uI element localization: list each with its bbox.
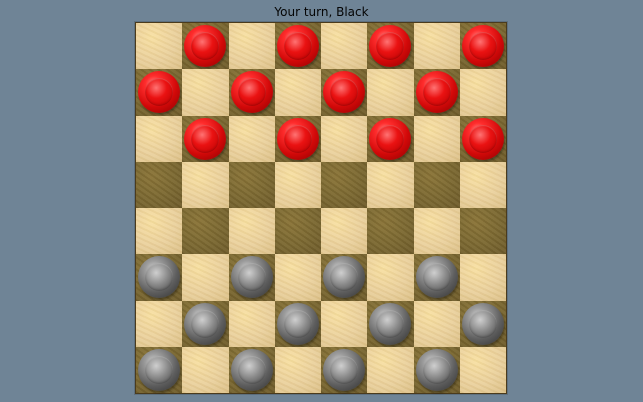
black-piece[interactable]: [138, 348, 181, 391]
board-square[interactable]: [228, 69, 275, 116]
board-square[interactable]: [274, 208, 321, 255]
black-piece[interactable]: [230, 348, 273, 391]
board-square[interactable]: [413, 115, 460, 162]
board-square[interactable]: [228, 115, 275, 162]
board-square[interactable]: [367, 161, 414, 208]
board-square[interactable]: [274, 254, 321, 301]
board-square[interactable]: [367, 115, 414, 162]
red-piece[interactable]: [369, 25, 412, 68]
board-square[interactable]: [459, 161, 506, 208]
board-square[interactable]: [274, 161, 321, 208]
board-square[interactable]: [367, 208, 414, 255]
board-square[interactable]: [413, 346, 460, 393]
red-piece[interactable]: [415, 71, 458, 114]
board-square[interactable]: [136, 115, 183, 162]
black-piece[interactable]: [184, 302, 227, 345]
black-piece[interactable]: [323, 348, 366, 391]
turn-status: Your turn, Black: [274, 5, 369, 19]
board-square[interactable]: [321, 300, 368, 347]
red-piece[interactable]: [461, 117, 504, 160]
board-square[interactable]: [136, 300, 183, 347]
board-square[interactable]: [413, 23, 460, 70]
board-square[interactable]: [367, 69, 414, 116]
red-piece[interactable]: [369, 117, 412, 160]
board-square[interactable]: [321, 208, 368, 255]
board-square[interactable]: [136, 161, 183, 208]
board-square[interactable]: [182, 300, 229, 347]
board-square[interactable]: [182, 208, 229, 255]
board-square[interactable]: [182, 346, 229, 393]
black-piece[interactable]: [323, 256, 366, 299]
board-square[interactable]: [228, 161, 275, 208]
board-square[interactable]: [367, 346, 414, 393]
board-square[interactable]: [274, 69, 321, 116]
board-square[interactable]: [413, 161, 460, 208]
red-piece[interactable]: [276, 25, 319, 68]
board-square[interactable]: [459, 115, 506, 162]
board-square[interactable]: [321, 23, 368, 70]
red-piece[interactable]: [461, 25, 504, 68]
board-square[interactable]: [459, 23, 506, 70]
board-square[interactable]: [274, 300, 321, 347]
board-square[interactable]: [136, 23, 183, 70]
board-square[interactable]: [367, 254, 414, 301]
board-square[interactable]: [367, 300, 414, 347]
board-square[interactable]: [413, 254, 460, 301]
red-piece[interactable]: [230, 71, 273, 114]
board-square[interactable]: [182, 23, 229, 70]
red-piece[interactable]: [276, 117, 319, 160]
board-square[interactable]: [413, 208, 460, 255]
black-piece[interactable]: [138, 256, 181, 299]
red-piece[interactable]: [138, 71, 181, 114]
board-square[interactable]: [459, 346, 506, 393]
red-piece[interactable]: [184, 117, 227, 160]
board-square[interactable]: [459, 300, 506, 347]
board-square[interactable]: [321, 115, 368, 162]
board-square[interactable]: [459, 254, 506, 301]
board-square[interactable]: [274, 23, 321, 70]
board-square[interactable]: [182, 69, 229, 116]
red-piece[interactable]: [323, 71, 366, 114]
black-piece[interactable]: [230, 256, 273, 299]
red-piece[interactable]: [184, 25, 227, 68]
board-square[interactable]: [459, 208, 506, 255]
board-square[interactable]: [413, 69, 460, 116]
board-square[interactable]: [274, 115, 321, 162]
black-piece[interactable]: [461, 302, 504, 345]
board-square[interactable]: [321, 254, 368, 301]
black-piece[interactable]: [415, 348, 458, 391]
board-square[interactable]: [228, 300, 275, 347]
board-square[interactable]: [136, 208, 183, 255]
board-square[interactable]: [413, 300, 460, 347]
checkers-board[interactable]: [135, 22, 507, 394]
black-piece[interactable]: [415, 256, 458, 299]
board-square[interactable]: [182, 254, 229, 301]
board-square[interactable]: [321, 346, 368, 393]
board-square[interactable]: [228, 23, 275, 70]
board-square[interactable]: [136, 346, 183, 393]
board-square[interactable]: [182, 161, 229, 208]
black-piece[interactable]: [369, 302, 412, 345]
board-square[interactable]: [321, 69, 368, 116]
board-square[interactable]: [136, 254, 183, 301]
board-square[interactable]: [274, 346, 321, 393]
board-square[interactable]: [459, 69, 506, 116]
board-square[interactable]: [228, 254, 275, 301]
board-square[interactable]: [367, 23, 414, 70]
board-square[interactable]: [228, 346, 275, 393]
board-square[interactable]: [228, 208, 275, 255]
board-square[interactable]: [136, 69, 183, 116]
board-square[interactable]: [182, 115, 229, 162]
black-piece[interactable]: [276, 302, 319, 345]
board-square[interactable]: [321, 161, 368, 208]
